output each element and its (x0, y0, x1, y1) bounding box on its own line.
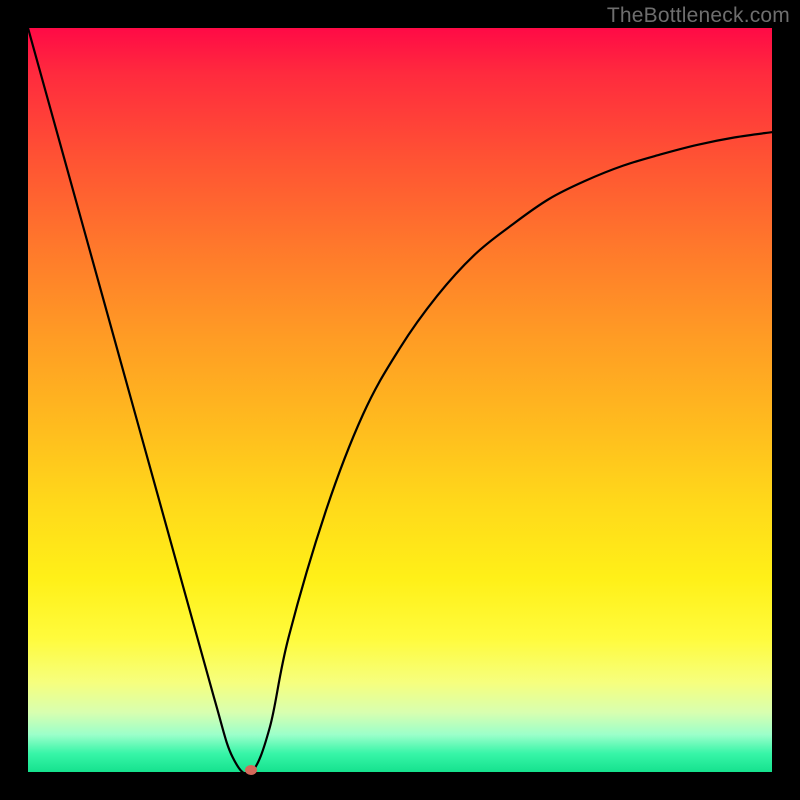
bottleneck-curve (28, 28, 772, 772)
chart-frame: TheBottleneck.com (0, 0, 800, 800)
watermark-text: TheBottleneck.com (607, 4, 790, 28)
minimum-marker (245, 765, 257, 775)
chart-svg (28, 28, 772, 772)
chart-plot-area (28, 28, 772, 772)
